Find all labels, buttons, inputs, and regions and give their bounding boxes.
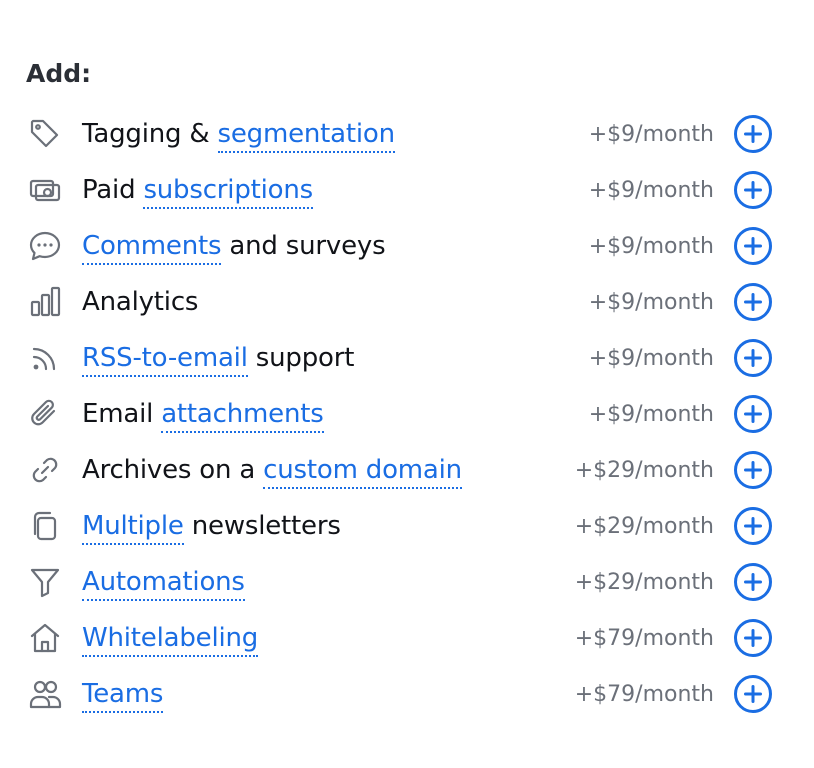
addon-link[interactable]: Whitelabeling xyxy=(82,623,258,657)
addon-link[interactable]: segmentation xyxy=(217,119,395,153)
addon-link[interactable]: custom domain xyxy=(263,455,462,489)
add-addon-button[interactable] xyxy=(734,619,772,657)
add-addon-button[interactable] xyxy=(734,395,772,433)
addon-row-teams: Teams +$79/month xyxy=(26,672,772,716)
add-addon-button[interactable] xyxy=(734,339,772,377)
addon-label: Teams xyxy=(82,679,163,713)
addon-link[interactable]: RSS-to-email xyxy=(82,343,248,377)
copy-icon xyxy=(26,507,64,545)
filter-icon xyxy=(26,563,64,601)
addon-row-automations: Automations +$29/month xyxy=(26,560,772,604)
addon-label: Tagging & segmentation xyxy=(82,119,395,153)
addon-link[interactable]: subscriptions xyxy=(143,175,313,209)
addon-label: Archives on a custom domain xyxy=(82,455,462,489)
addon-price: +$79/month xyxy=(574,625,714,651)
addon-label: Comments and surveys xyxy=(82,231,386,265)
add-addon-button[interactable] xyxy=(734,115,772,153)
paperclip-icon xyxy=(26,395,64,433)
addon-label: Whitelabeling xyxy=(82,623,258,657)
addon-row-whitelabeling: Whitelabeling +$79/month xyxy=(26,616,772,660)
addon-label: Automations xyxy=(82,567,245,601)
add-addon-button[interactable] xyxy=(734,227,772,265)
addon-price: +$9/month xyxy=(588,345,714,371)
rss-icon xyxy=(26,339,64,377)
addon-price: +$9/month xyxy=(588,289,714,315)
addon-price: +$29/month xyxy=(574,513,714,539)
add-addon-button[interactable] xyxy=(734,283,772,321)
addon-label: Analytics xyxy=(82,287,199,317)
addon-price: +$29/month xyxy=(574,569,714,595)
addon-link[interactable]: Multiple xyxy=(82,511,184,545)
addon-label: Multiple newsletters xyxy=(82,511,341,545)
addon-price: +$79/month xyxy=(574,681,714,707)
addon-row-analytics: Analytics +$9/month xyxy=(26,280,772,324)
link-icon xyxy=(26,451,64,489)
addon-row-paid-subscriptions: Paid subscriptions +$9/month xyxy=(26,168,772,212)
add-addon-button[interactable] xyxy=(734,507,772,545)
money-icon xyxy=(26,171,64,209)
add-addon-button[interactable] xyxy=(734,563,772,601)
chat-bubble-icon xyxy=(26,227,64,265)
addon-link[interactable]: Teams xyxy=(82,679,163,713)
bar-chart-icon xyxy=(26,283,64,321)
addon-price: +$29/month xyxy=(574,457,714,483)
addon-row-multiple-newsletters: Multiple newsletters +$29/month xyxy=(26,504,772,548)
addon-link[interactable]: Automations xyxy=(82,567,245,601)
home-icon xyxy=(26,619,64,657)
add-addon-button[interactable] xyxy=(734,451,772,489)
addon-link[interactable]: Comments xyxy=(82,231,222,265)
addon-row-tagging: Tagging & segmentation +$9/month xyxy=(26,112,772,156)
add-addon-button[interactable] xyxy=(734,171,772,209)
addon-label: RSS-to-email support xyxy=(82,343,354,377)
addons-panel: Add: Tagging & segmentation +$9/month Pa… xyxy=(0,0,814,768)
users-icon xyxy=(26,675,64,713)
addon-row-rss: RSS-to-email support +$9/month xyxy=(26,336,772,380)
addon-row-comments: Comments and surveys +$9/month xyxy=(26,224,772,268)
addon-row-attachments: Email attachments +$9/month xyxy=(26,392,772,436)
tag-icon xyxy=(26,115,64,153)
addon-label: Paid subscriptions xyxy=(82,175,313,209)
addons-heading: Add: xyxy=(26,59,92,88)
addon-price: +$9/month xyxy=(588,121,714,147)
addon-price: +$9/month xyxy=(588,401,714,427)
addon-row-custom-domain: Archives on a custom domain +$29/month xyxy=(26,448,772,492)
addon-price: +$9/month xyxy=(588,177,714,203)
addon-price: +$9/month xyxy=(588,233,714,259)
addon-link[interactable]: attachments xyxy=(161,399,324,433)
add-addon-button[interactable] xyxy=(734,675,772,713)
addon-label: Email attachments xyxy=(82,399,324,433)
